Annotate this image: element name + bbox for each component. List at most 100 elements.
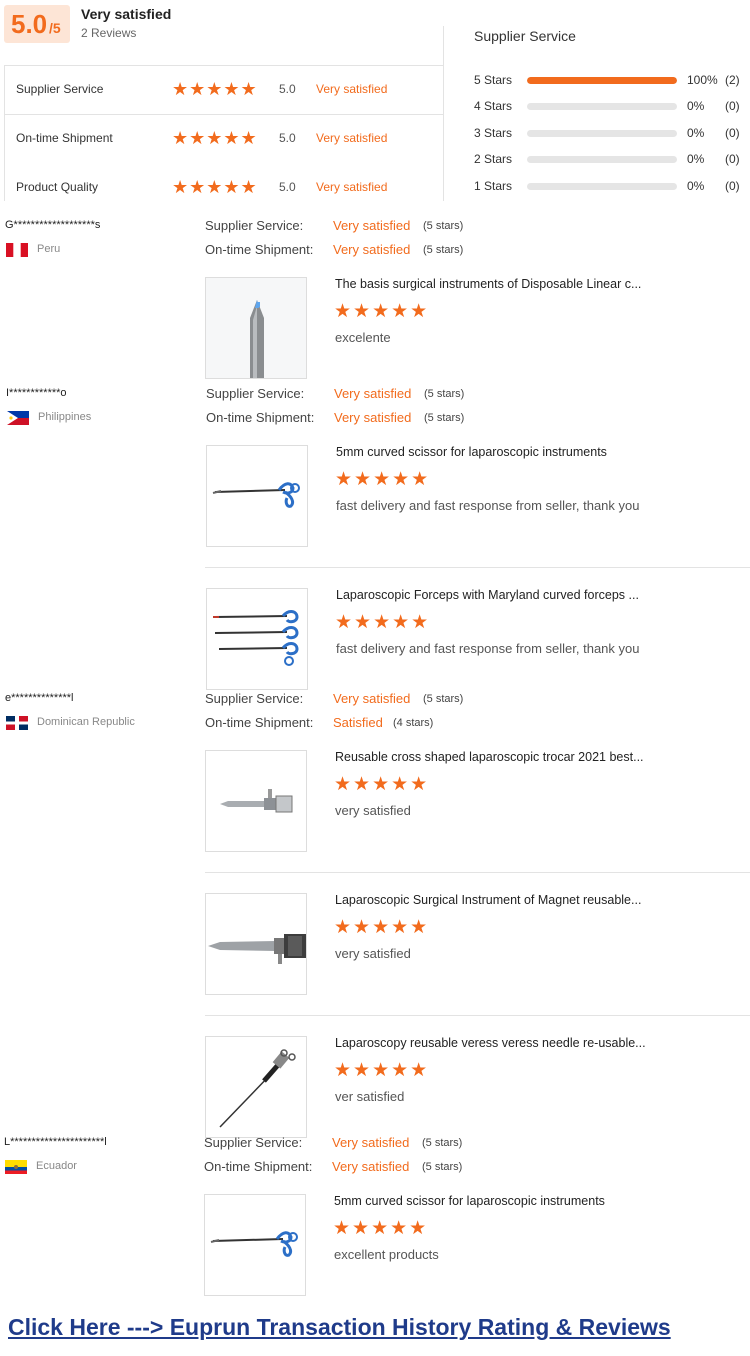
distribution-label: 4 Stars (474, 99, 513, 113)
supplier-service-value: Very satisfied (332, 1135, 410, 1150)
product-star-rating-icon: ★★★★★ (334, 774, 430, 795)
product-name-link[interactable]: Laparoscopy reusable veress veress needl… (335, 1036, 646, 1050)
overall-satisfaction: Very satisfied (81, 6, 172, 22)
review-text: fast delivery and fast response from sel… (336, 641, 640, 656)
category-rating: 5.0 (279, 180, 296, 194)
reviewer-name: G*******************s (5, 219, 101, 231)
category-label: Product Quality (16, 180, 99, 194)
divider (205, 567, 750, 568)
product-name-link[interactable]: The basis surgical instruments of Dispos… (335, 277, 641, 291)
divider (205, 1015, 750, 1016)
distribution-bar (527, 156, 677, 163)
product-name-link[interactable]: Laparoscopic Surgical Instrument of Magn… (335, 893, 641, 907)
reviewer-name: e**************l (5, 692, 74, 704)
stapler-tip-image (206, 278, 306, 378)
distribution-percent: 0% (687, 152, 705, 166)
divider (205, 872, 750, 873)
supplier-service-value: Very satisfied (333, 691, 411, 706)
review-text: very satisfied (335, 946, 411, 961)
category-satisfaction: Very satisfied (316, 82, 388, 96)
product-thumbnail[interactable] (204, 1194, 306, 1296)
product-star-rating-icon: ★★★★★ (335, 612, 431, 633)
scissor-image (205, 1195, 305, 1295)
shipment-label: On-time Shipment: (204, 1159, 313, 1174)
star-rating-icon: ★★★★★ (172, 177, 258, 197)
distribution-label: 5 Stars (474, 73, 513, 87)
product-thumbnail[interactable] (205, 750, 307, 852)
product-thumbnail[interactable] (205, 1036, 307, 1138)
peru-flag-icon (6, 243, 28, 257)
shipment-label: On-time Shipment: (205, 715, 314, 730)
trocar-image (206, 751, 306, 851)
product-name-link[interactable]: Reusable cross shaped laparoscopic troca… (335, 750, 644, 764)
product-thumbnail[interactable] (205, 277, 307, 379)
shipment-label: On-time Shipment: (205, 242, 314, 257)
product-thumbnail[interactable] (206, 445, 308, 547)
distribution-percent: 0% (687, 126, 705, 140)
review-text: fast delivery and fast response from sel… (336, 498, 640, 513)
reviewer-name: L**********************l (4, 1136, 107, 1148)
shipment-stars: (5 stars) (423, 244, 464, 256)
transaction-history-link[interactable]: Click Here ---> Euprun Transaction Histo… (8, 1314, 671, 1341)
product-star-rating-icon: ★★★★★ (334, 917, 430, 938)
category-label: Supplier Service (16, 82, 104, 96)
supplier-service-label: Supplier Service: (205, 691, 304, 706)
star-rating-icon: ★★★★★ (172, 128, 258, 148)
star-rating-icon: ★★★★★ (172, 79, 258, 99)
product-name-link[interactable]: 5mm curved scissor for laparoscopic inst… (334, 1194, 605, 1208)
overall-score: 5.0 (11, 9, 48, 39)
divider (4, 114, 444, 115)
ecuador-flag-icon (5, 1160, 27, 1174)
category-rating: 5.0 (279, 82, 296, 96)
supplier-service-stars: (5 stars) (422, 1137, 463, 1149)
philippines-flag-icon (7, 411, 29, 425)
supplier-service-label: Supplier Service: (205, 218, 304, 233)
supplier-service-stars: (5 stars) (423, 693, 464, 705)
forceps-image (207, 589, 307, 689)
review-count-link[interactable]: 2 Reviews (81, 26, 136, 40)
distribution-percent: 0% (687, 179, 705, 193)
reviewer-country: Peru (37, 243, 61, 255)
supplier-service-label: Supplier Service: (204, 1135, 303, 1150)
supplier-service-value: Very satisfied (333, 218, 411, 233)
shipment-value: Satisfied (333, 715, 383, 730)
reviewer-country: Ecuador (36, 1160, 77, 1172)
divider (443, 26, 444, 201)
shipment-value: Very satisfied (334, 410, 412, 425)
dominican-republic-flag-icon (6, 716, 28, 730)
distribution-bar (527, 183, 677, 190)
reviewer-name: I************o (6, 387, 67, 399)
divider (4, 65, 444, 66)
product-name-link[interactable]: 5mm curved scissor for laparoscopic inst… (336, 445, 607, 459)
product-thumbnail[interactable] (205, 893, 307, 995)
distribution-percent: 100% (687, 73, 718, 87)
product-thumbnail[interactable] (206, 588, 308, 690)
overall-score-badge: 5.0 /5 (4, 5, 70, 43)
distribution-bar-fill (527, 77, 677, 84)
distribution-label: 1 Stars (474, 179, 513, 193)
supplier-service-label: Supplier Service: (206, 386, 305, 401)
magnet-trocar-image (206, 894, 306, 994)
category-label: On-time Shipment (16, 131, 113, 145)
overall-score-max: /5 (49, 20, 61, 36)
product-star-rating-icon: ★★★★★ (334, 1060, 430, 1081)
category-rating: 5.0 (279, 131, 296, 145)
supplier-service-stars: (5 stars) (424, 388, 465, 400)
category-satisfaction: Very satisfied (316, 180, 388, 194)
shipment-stars: (5 stars) (424, 412, 465, 424)
veress-needle-image (206, 1037, 306, 1137)
shipment-value: Very satisfied (332, 1159, 410, 1174)
product-star-rating-icon: ★★★★★ (334, 301, 430, 322)
shipment-stars: (4 stars) (393, 717, 434, 729)
product-star-rating-icon: ★★★★★ (335, 469, 431, 490)
category-satisfaction: Very satisfied (316, 131, 388, 145)
review-text: excelente (335, 330, 391, 345)
distribution-label: 3 Stars (474, 126, 513, 140)
distribution-percent: 0% (687, 99, 705, 113)
distribution-bar (527, 130, 677, 137)
product-name-link[interactable]: Laparoscopic Forceps with Maryland curve… (336, 588, 639, 602)
review-text: ver satisfied (335, 1089, 405, 1104)
distribution-count: (0) (725, 152, 740, 166)
supplier-service-value: Very satisfied (334, 386, 412, 401)
distribution-count: (2) (725, 73, 740, 87)
